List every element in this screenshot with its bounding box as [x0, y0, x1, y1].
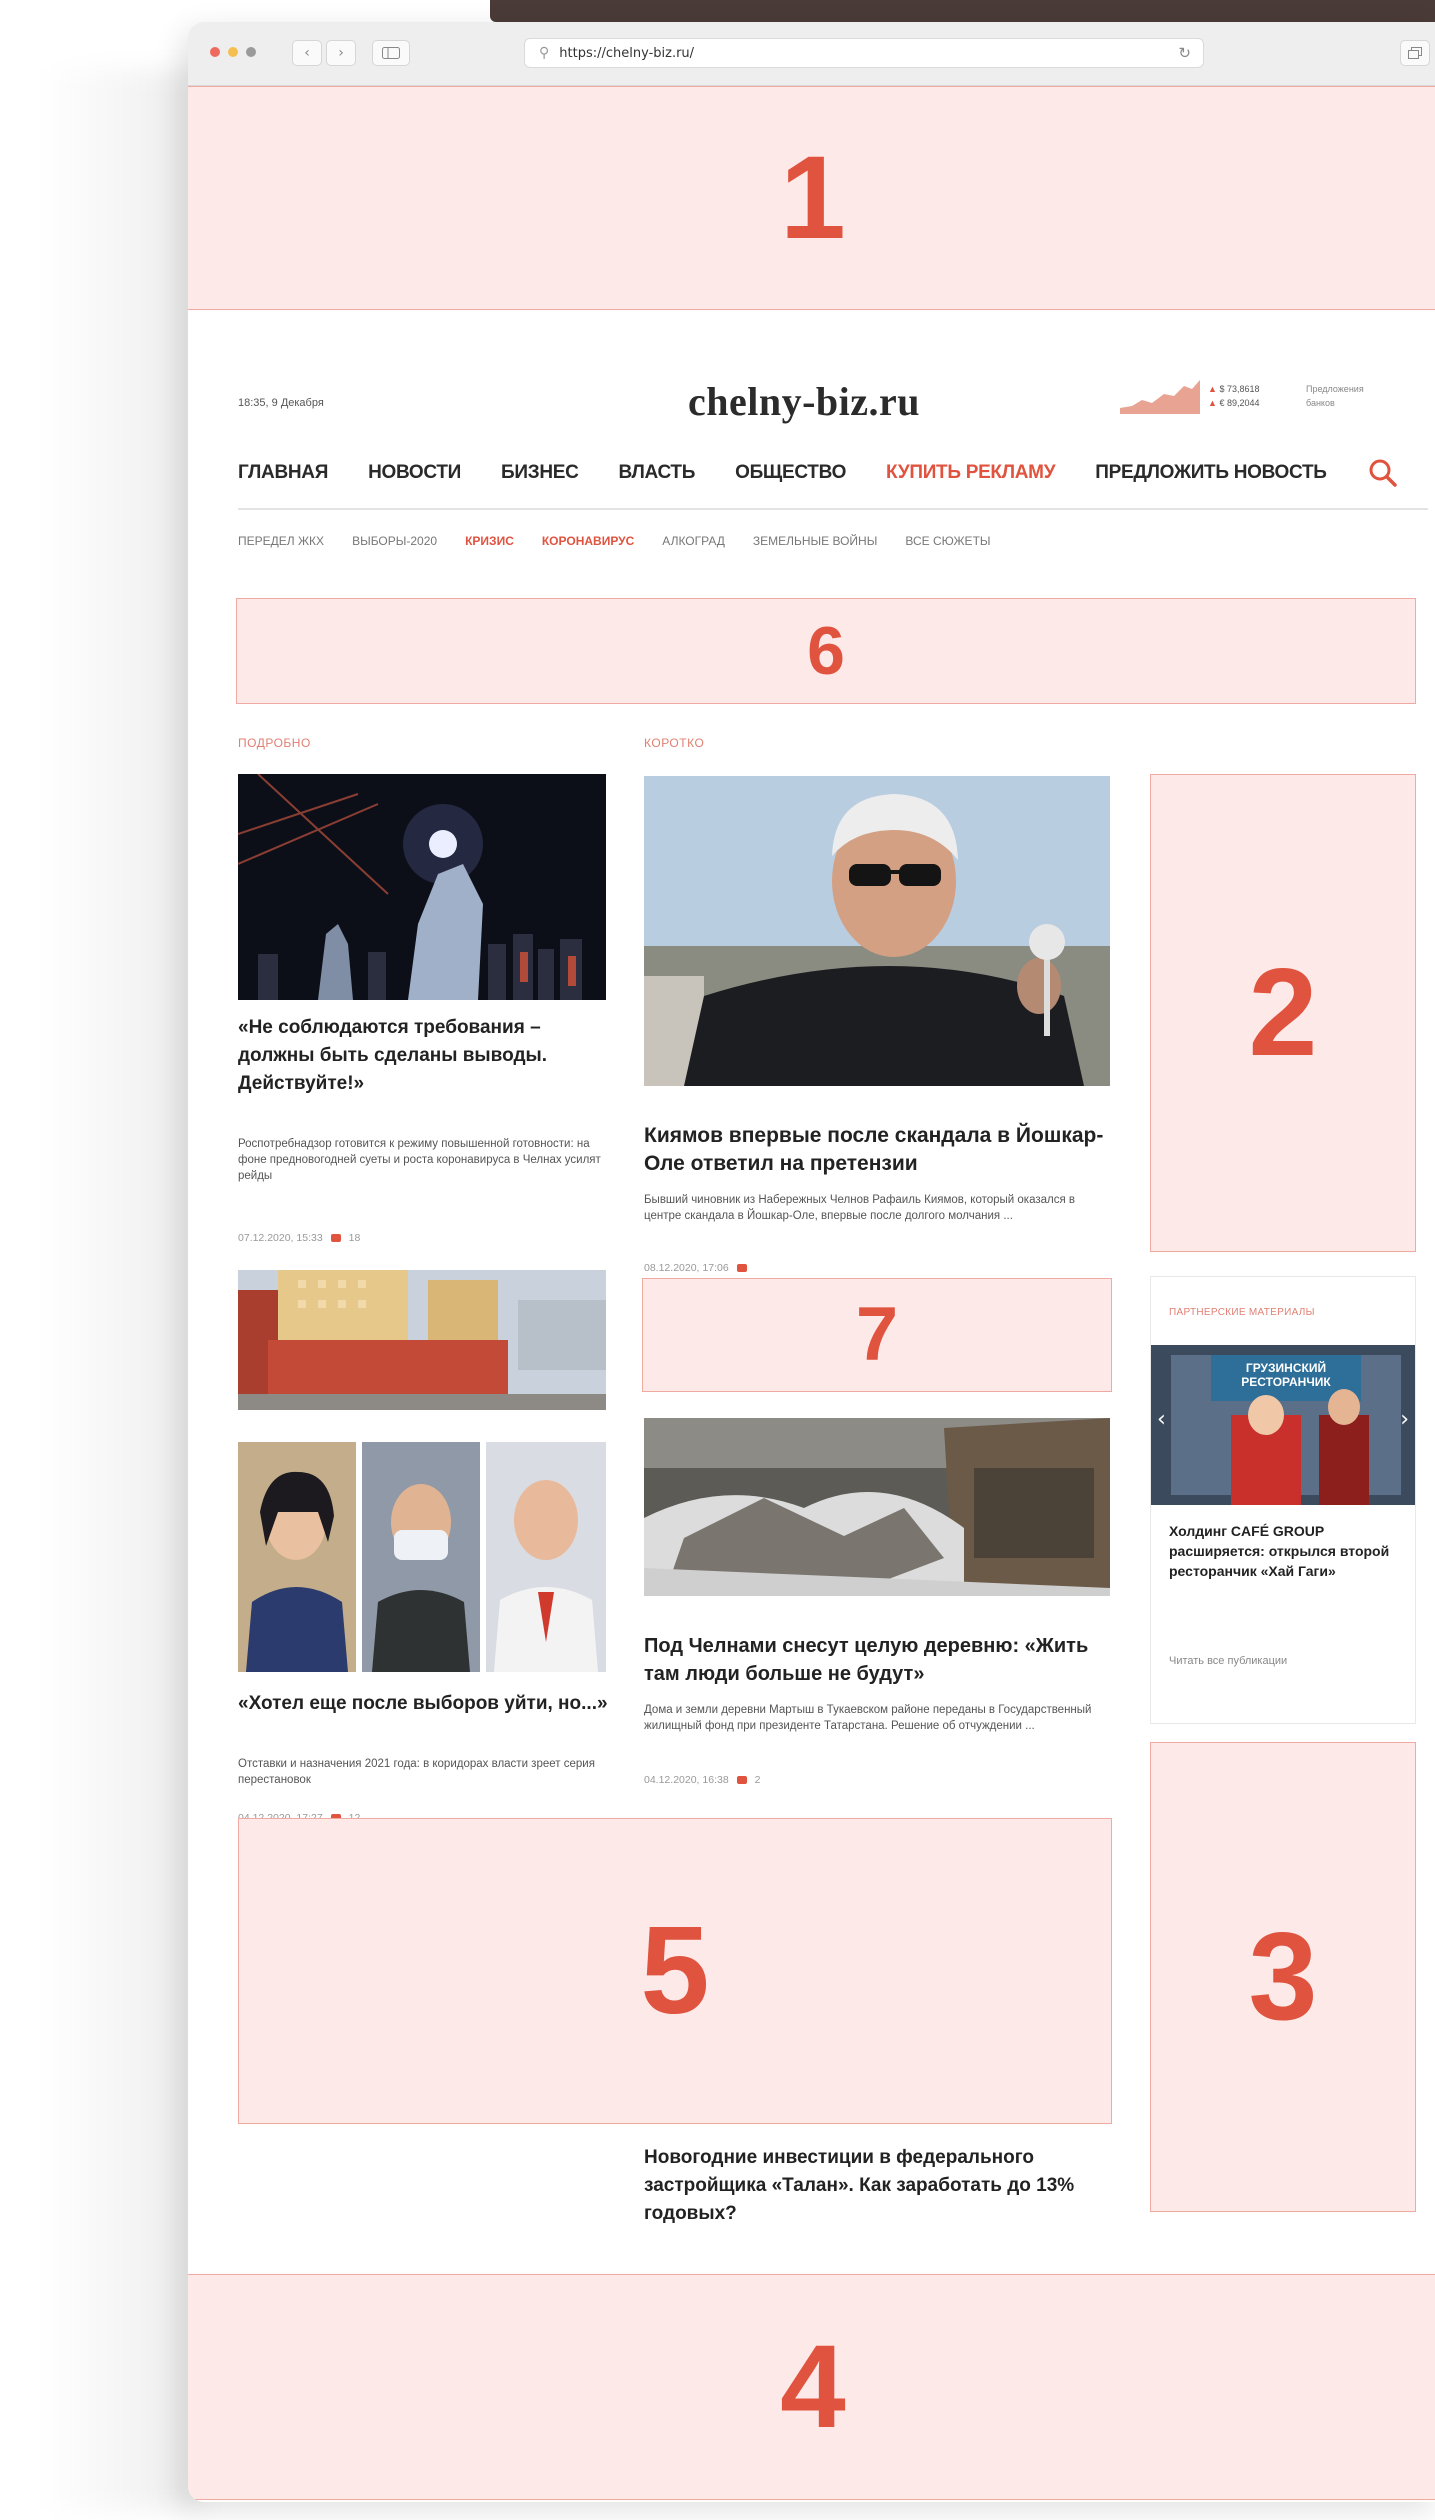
ad-zone-5: 5: [238, 1818, 1112, 2124]
browser-window: ‹ › ⚲ https://chelny-biz.ru/ ↻ 1 18:35, …: [188, 22, 1435, 2502]
browser-toolbar: ‹ › ⚲ https://chelny-biz.ru/ ↻: [188, 22, 1435, 86]
zoom-dot[interactable]: [246, 47, 256, 57]
article-date: 07.12.2020, 15:33: [238, 1232, 323, 1244]
topic-all-stories[interactable]: ВСЕ СЮЖЕТЫ: [905, 534, 990, 548]
article-lead: Роспотребнадзор готовится к режиму повыш…: [238, 1138, 601, 1182]
nav-item-suggest-news[interactable]: ПРЕДЛОЖИТЬ НОВОСТЬ: [1095, 462, 1327, 484]
sidebar-icon: [382, 47, 400, 59]
currency-chart-icon: [1120, 380, 1200, 414]
search-icon[interactable]: [1368, 458, 1398, 488]
sidebar-toggle-button[interactable]: [372, 40, 410, 66]
partner-photo-sign: ГРУЗИНСКИЙ РЕСТОРАНЧИК: [1241, 1361, 1331, 1389]
article-meta: 04.12.2020, 16:38 2: [644, 1774, 761, 1786]
carousel-next-icon[interactable]: ›: [1400, 1407, 1409, 1432]
bank-offers-line1: Предложения: [1306, 384, 1364, 394]
comment-count: 2: [754, 1774, 761, 1786]
article-lead: Дома и земли деревни Мартыш в Тукаевском…: [644, 1704, 1092, 1732]
article-title[interactable]: «Хотел еще после выборов уйти, но...»: [238, 1690, 608, 1718]
site-logo[interactable]: chelny-biz.ru: [688, 378, 920, 425]
ad-zone-7: 7: [642, 1278, 1112, 1392]
close-dot[interactable]: [210, 47, 220, 57]
eur-rate: € 89,2044: [1219, 398, 1260, 408]
backdrop-shadow: [40, 70, 200, 2510]
partner-photo-restaurant[interactable]: ГРУЗИНСКИЙ РЕСТОРАНЧИК ‹ ›: [1151, 1345, 1415, 1505]
article-photo-man-sunglasses[interactable]: [644, 776, 1110, 1086]
zone-number: 1: [780, 132, 846, 264]
nav-item-buy-ads[interactable]: КУПИТЬ РЕКЛАМУ: [886, 462, 1055, 484]
article-photo-building[interactable]: [238, 1270, 606, 1410]
back-button[interactable]: ‹: [292, 40, 322, 66]
zone-number: 6: [807, 613, 845, 689]
ad-zone-3: 3: [1150, 1742, 1416, 2212]
backdrop-dark-bar: [490, 0, 1435, 22]
ad-zone-2: 2: [1150, 774, 1416, 1252]
zone-number: 5: [640, 1902, 710, 2040]
address-bar[interactable]: ⚲ https://chelny-biz.ru/ ↻: [524, 38, 1204, 68]
zone-number: 4: [780, 2321, 846, 2453]
nav-divider: [238, 508, 1428, 510]
main-navigation: ГЛАВНАЯ НОВОСТИ БИЗНЕС ВЛАСТЬ ОБЩЕСТВО К…: [238, 462, 1327, 484]
article-date: 04.12.2020, 16:38: [644, 1774, 729, 1786]
nav-item-business[interactable]: БИЗНЕС: [501, 462, 579, 484]
tabs-overview-button[interactable]: [1400, 40, 1430, 66]
article-lead: Бывший чиновник из Набережных Челнов Раф…: [644, 1194, 1076, 1222]
article-title[interactable]: Новогодние инвестиции в федерального зас…: [644, 2144, 1114, 2228]
usd-rate: $ 73,8618: [1219, 384, 1260, 394]
topic-alcograd[interactable]: АЛКОГРАД: [662, 534, 725, 548]
topic-crisis[interactable]: КРИЗИС: [465, 534, 514, 548]
ad-zone-1: 1: [188, 86, 1435, 310]
url-text: https://chelny-biz.ru/: [559, 45, 695, 61]
article-photo-night-statue[interactable]: [238, 774, 606, 1000]
partner-materials-widget: ПАРТНЕРСКИЕ МАТЕРИАЛЫ ГРУЗИНСКИЙ РЕСТОРА…: [1150, 1276, 1416, 1724]
topic-housing[interactable]: ПЕРЕДЕЛ ЖКХ: [238, 534, 324, 548]
bank-offers-link[interactable]: Предложения банков: [1306, 382, 1364, 410]
comment-icon: [736, 1776, 747, 1784]
topic-coronavirus[interactable]: КОРОНАВИРУС: [542, 534, 634, 548]
article-lead: Отставки и назначения 2021 года: в корид…: [238, 1758, 595, 1786]
partner-title[interactable]: Холдинг CAFÉ GROUP расширяется: открылся…: [1169, 1521, 1399, 1581]
article-meta: 07.12.2020, 15:33 18: [238, 1232, 360, 1244]
nav-item-power[interactable]: ВЛАСТЬ: [619, 462, 696, 484]
nav-item-home[interactable]: ГЛАВНАЯ: [238, 462, 328, 484]
zone-number: 7: [855, 1292, 899, 1377]
article-meta: 08.12.2020, 17:06: [644, 1262, 747, 1274]
forward-button[interactable]: ›: [326, 40, 356, 66]
partner-all-link[interactable]: Читать все публикации: [1169, 1655, 1287, 1667]
search-icon: ⚲: [539, 45, 550, 61]
article-title[interactable]: Под Челнами снесут целую деревню: «Жить …: [644, 1632, 1114, 1688]
tabs-icon: [1408, 47, 1422, 59]
ad-zone-6: 6: [236, 598, 1416, 704]
zone-number: 2: [1248, 944, 1318, 1082]
article-photo-ruined-village[interactable]: [644, 1418, 1110, 1596]
reload-icon[interactable]: ↻: [1178, 44, 1191, 62]
article-title[interactable]: «Не соблюдаются требования – должны быть…: [238, 1014, 608, 1098]
topics-navigation: ПЕРЕДЕЛ ЖКХ ВЫБОРЫ-2020 КРИЗИС КОРОНАВИР…: [238, 534, 991, 548]
window-controls: [210, 47, 256, 57]
comment-icon: [330, 1234, 341, 1242]
zone-number: 3: [1248, 1908, 1318, 2046]
topic-land-wars[interactable]: ЗЕМЕЛЬНЫЕ ВОЙНЫ: [753, 534, 877, 548]
minimize-dot[interactable]: [228, 47, 238, 57]
bank-offers-line2: банков: [1306, 398, 1335, 408]
comment-icon: [736, 1264, 747, 1272]
section-label-detailed: ПОДРОБНО: [238, 736, 311, 750]
carousel-prev-icon[interactable]: ‹: [1157, 1407, 1166, 1432]
article-photo-portraits[interactable]: [238, 1442, 606, 1672]
comment-count: 18: [348, 1232, 361, 1244]
article-date: 08.12.2020, 17:06: [644, 1262, 729, 1274]
chevron-right-icon: ›: [338, 45, 344, 61]
current-time: 18:35, 9 Декабря: [238, 397, 324, 409]
article-title[interactable]: Киямов впервые после скандала в Йошкар-О…: [644, 1122, 1114, 1178]
chevron-left-icon: ‹: [304, 45, 310, 61]
nav-item-news[interactable]: НОВОСТИ: [368, 462, 461, 484]
currency-rates: ▲ $ 73,8618 ▲ € 89,2044: [1208, 384, 1260, 408]
partner-label: ПАРТНЕРСКИЕ МАТЕРИАЛЫ: [1169, 1307, 1315, 1318]
nav-item-society[interactable]: ОБЩЕСТВО: [735, 462, 846, 484]
section-label-short: КОРОТКО: [644, 736, 705, 750]
ad-zone-4: 4: [188, 2274, 1435, 2500]
topic-elections[interactable]: ВЫБОРЫ-2020: [352, 534, 437, 548]
